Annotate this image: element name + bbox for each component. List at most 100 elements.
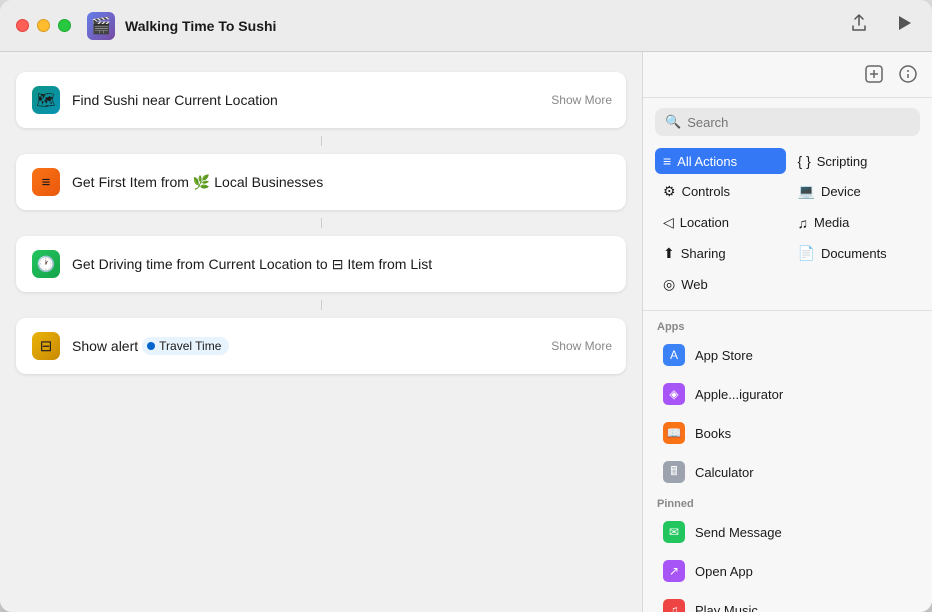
get-first-item-icon: ≡	[32, 168, 60, 196]
open-app-item[interactable]: ↗ Open App	[649, 552, 926, 590]
travel-time-badge: Travel Time	[142, 337, 229, 355]
cat-controls-icon: ⚙	[663, 183, 676, 200]
cat-location[interactable]: ◁ Location	[655, 209, 786, 236]
get-driving-time-icon: 🕐	[32, 250, 60, 278]
right-panel-actions	[864, 64, 918, 89]
play-music-item[interactable]: ♫ Play Music	[649, 591, 926, 612]
show-more-2[interactable]: Show More	[551, 339, 612, 353]
cat-all-actions[interactable]: ≡ All Actions	[655, 148, 786, 174]
get-driving-time-text: Get Driving time from Current Location t…	[72, 256, 610, 273]
find-sushi-card[interactable]: 🗺 Find Sushi near Current Location Show …	[16, 72, 626, 128]
cat-device-label: Device	[821, 184, 861, 199]
cat-controls[interactable]: ⚙ Controls	[655, 178, 786, 205]
pinned-section-label: Pinned	[643, 492, 932, 512]
get-driving-time-card[interactable]: 🕐 Get Driving time from Current Location…	[16, 236, 626, 292]
badge-label: Travel Time	[159, 339, 221, 353]
maximize-button[interactable]	[58, 19, 71, 32]
app-icon: 🎬	[87, 12, 115, 40]
window-title: Walking Time To Sushi	[125, 18, 846, 34]
show-alert-text: Show alert Travel Time	[72, 337, 610, 355]
traffic-lights	[16, 19, 71, 32]
local-businesses-token: 🌿 Local Businesses	[193, 174, 323, 191]
calculator-item[interactable]: 🖩 Calculator	[649, 453, 926, 491]
close-button[interactable]	[16, 19, 29, 32]
cat-documents-icon: 📄	[798, 245, 815, 262]
cat-device[interactable]: 💻 Device	[790, 178, 921, 205]
share-button[interactable]	[846, 10, 872, 41]
show-more-1[interactable]: Show More	[551, 93, 612, 107]
app-store-icon: A	[663, 344, 685, 366]
books-icon: 📖	[663, 422, 685, 444]
cat-scripting[interactable]: { } Scripting	[790, 148, 921, 174]
current-location-token-2: Current Location	[209, 256, 313, 272]
app-store-label: App Store	[695, 348, 753, 363]
cat-scripting-label: Scripting	[817, 154, 868, 169]
cat-media-icon: ♫	[798, 215, 809, 231]
play-music-label: Play Music	[695, 603, 758, 612]
apple-configurator-item[interactable]: ◈ Apple...igurator	[649, 375, 926, 413]
books-item[interactable]: 📖 Books	[649, 414, 926, 452]
cat-documents-label: Documents	[821, 246, 887, 261]
send-message-icon: ✉	[663, 521, 685, 543]
show-alert-label: Show alert	[72, 338, 138, 354]
right-panel-header	[643, 52, 932, 98]
find-sushi-text: Find Sushi near Current Location	[72, 92, 610, 108]
find-label: Find	[72, 92, 99, 108]
main-content: 🗺 Find Sushi near Current Location Show …	[0, 52, 932, 612]
action-list: Apps A App Store ◈ Apple...igurator 📖 Bo…	[643, 315, 932, 612]
right-panel: 🔍 ≡ All Actions { } Scripting ⚙ Controls	[642, 52, 932, 612]
time-from-label: time from	[146, 256, 204, 272]
show-alert-icon: ⊟	[32, 332, 60, 360]
cat-scripting-icon: { }	[798, 153, 811, 169]
books-label: Books	[695, 426, 731, 441]
cat-media-label: Media	[814, 215, 849, 230]
add-action-button[interactable]	[864, 64, 884, 89]
item-from-list-token: ⊟ Item from List	[332, 256, 432, 273]
search-input[interactable]	[687, 115, 910, 130]
cat-device-icon: 💻	[798, 183, 815, 200]
cat-sharing[interactable]: ⬆ Sharing	[655, 240, 786, 267]
cat-media[interactable]: ♫ Media	[790, 209, 921, 236]
cat-web[interactable]: ◎ Web	[655, 271, 786, 298]
send-message-label: Send Message	[695, 525, 782, 540]
info-button[interactable]	[898, 64, 918, 89]
open-app-icon: ↗	[663, 560, 685, 582]
send-message-item[interactable]: ✉ Send Message	[649, 513, 926, 551]
search-bar[interactable]: 🔍	[655, 108, 920, 136]
cat-web-label: Web	[681, 277, 708, 292]
open-app-label: Open App	[695, 564, 753, 579]
current-location-token-1: Current Location	[174, 92, 278, 108]
cat-sharing-label: Sharing	[681, 246, 726, 261]
cat-location-label: Location	[680, 215, 729, 230]
divider-1	[643, 310, 932, 311]
first-item-token: First Item	[99, 174, 157, 190]
sushi-token: Sushi	[103, 92, 138, 108]
title-bar-actions	[846, 10, 916, 41]
show-alert-card[interactable]: ⊟ Show alert Travel Time Show More	[16, 318, 626, 374]
get-label-1: Get	[72, 174, 95, 190]
cat-controls-label: Controls	[682, 184, 730, 199]
apple-configurator-label: Apple...igurator	[695, 387, 783, 402]
category-grid: ≡ All Actions { } Scripting ⚙ Controls 💻…	[643, 144, 932, 306]
left-panel: 🗺 Find Sushi near Current Location Show …	[0, 52, 642, 612]
connector-1	[321, 136, 322, 146]
search-icon: 🔍	[665, 114, 681, 130]
get-first-item-card[interactable]: ≡ Get First Item from 🌿 Local Businesses	[16, 154, 626, 210]
app-store-item[interactable]: A App Store	[649, 336, 926, 374]
calculator-label: Calculator	[695, 465, 754, 480]
run-button[interactable]	[892, 11, 916, 40]
connector-2	[321, 218, 322, 228]
calculator-icon: 🖩	[663, 461, 685, 483]
cat-documents[interactable]: 📄 Documents	[790, 240, 921, 267]
minimize-button[interactable]	[37, 19, 50, 32]
connector-3	[321, 300, 322, 310]
main-window: 🎬 Walking Time To Sushi 🗺 Find	[0, 0, 932, 612]
cat-all-actions-label: All Actions	[677, 154, 737, 169]
cat-location-icon: ◁	[663, 214, 674, 231]
to-label: to	[316, 256, 328, 272]
driving-token: Driving	[99, 256, 143, 272]
badge-dot	[147, 342, 155, 350]
cat-sharing-icon: ⬆	[663, 245, 675, 262]
find-sushi-icon: 🗺	[32, 86, 60, 114]
cat-web-icon: ◎	[663, 276, 675, 293]
